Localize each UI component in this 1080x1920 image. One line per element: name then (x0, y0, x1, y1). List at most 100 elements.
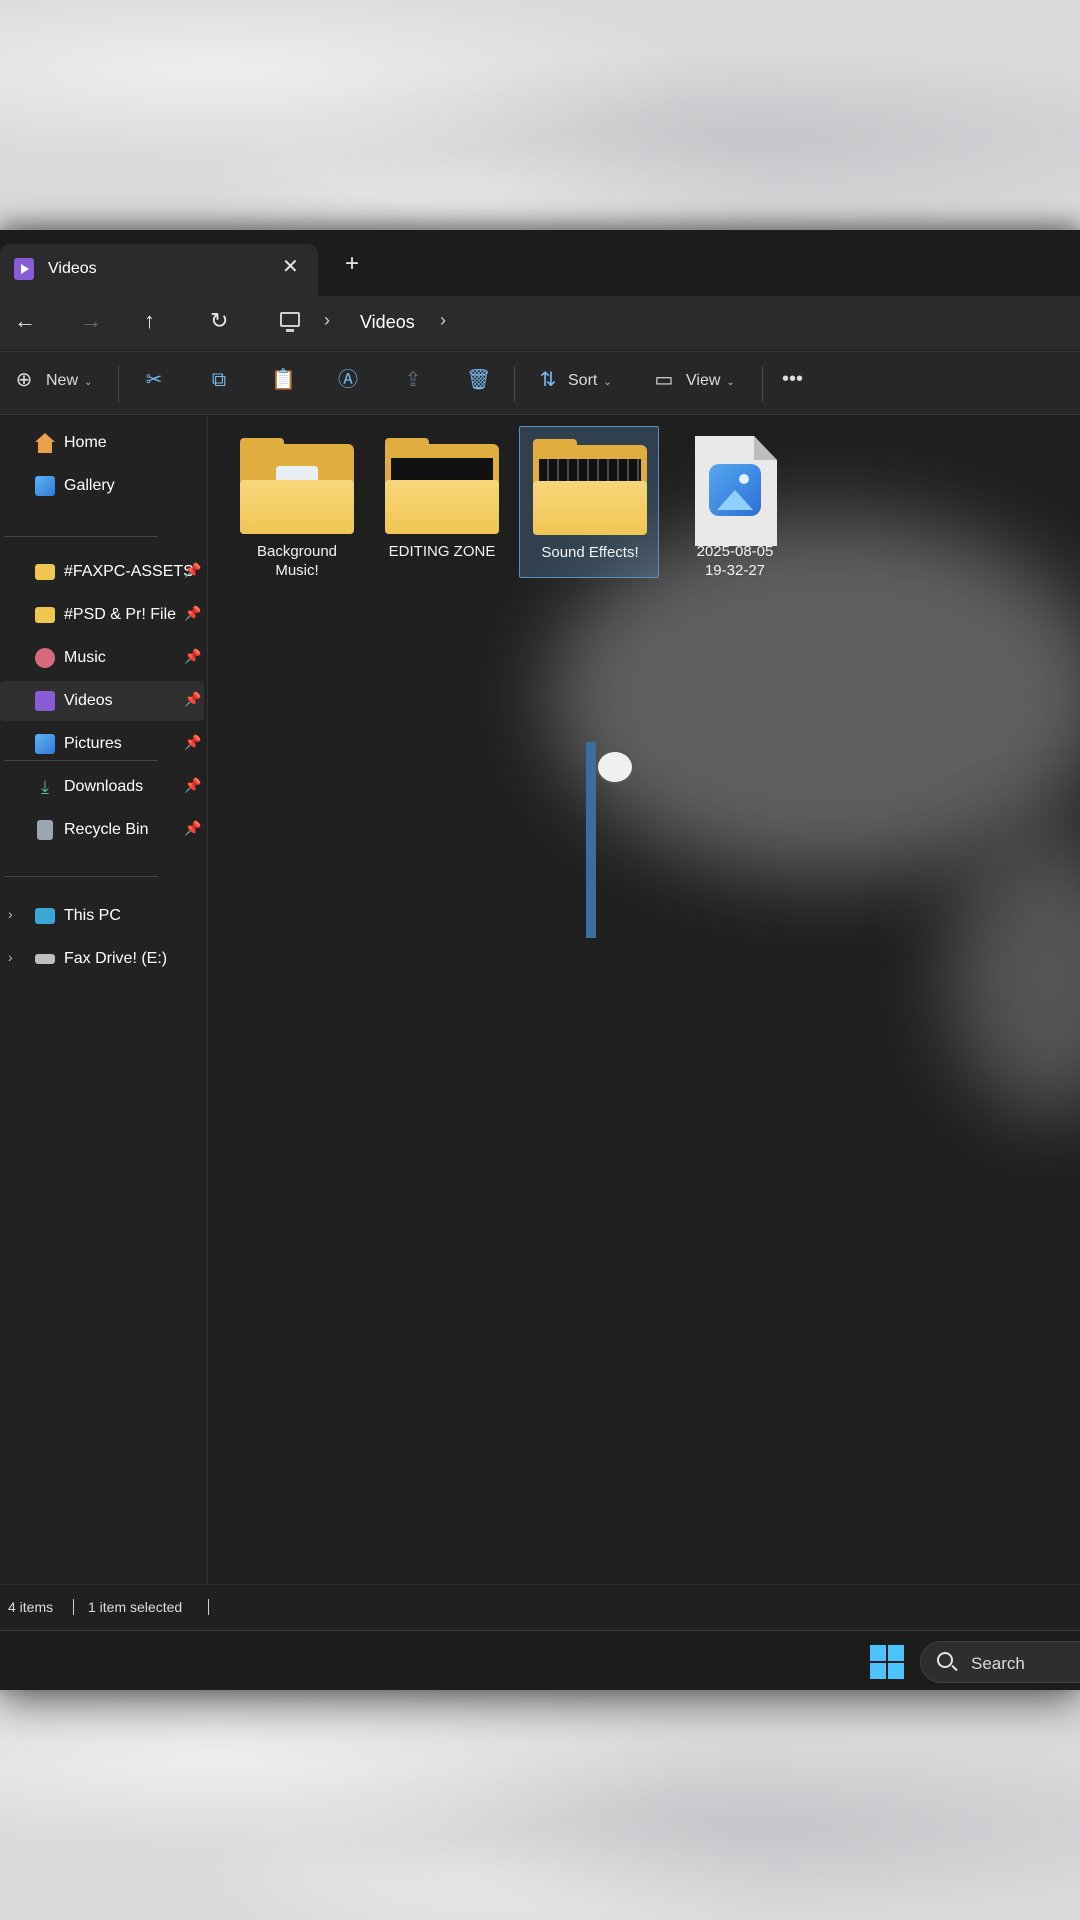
music-icon (35, 648, 55, 668)
chevron-right-icon[interactable]: › (8, 949, 13, 965)
pictures-icon (35, 734, 55, 754)
more-options-icon[interactable]: ••• (782, 368, 803, 391)
new-tab-icon[interactable]: + (345, 252, 359, 276)
sidebar-item-psd-pr-file[interactable]: #PSD & Pr! File 📌 (0, 595, 204, 635)
search-icon (937, 1652, 953, 1668)
toolbar-divider (514, 366, 515, 402)
view-label: View (686, 372, 721, 389)
chevron-right-icon[interactable]: › (8, 906, 13, 922)
file-name: EDITING ZONE (388, 543, 496, 560)
sidebar-item-label: Home (64, 434, 107, 451)
windows-start-icon[interactable] (870, 1645, 904, 1679)
file-view: Background Music! EDITING ZONE Sound Effe… (209, 416, 1080, 1584)
pin-icon[interactable]: 📌 (184, 605, 201, 622)
new-plus-icon: ⊕ (15, 369, 33, 391)
toolbar-divider (118, 366, 119, 402)
back-arrow-icon[interactable]: ← (14, 308, 36, 334)
sidebar-item-music[interactable]: Music 📌 (0, 638, 204, 678)
cursor-icon (596, 750, 634, 784)
sidebar-item-label: Videos (64, 692, 113, 709)
background-paper-bottom (0, 1688, 1080, 1920)
refresh-icon[interactable]: ↻ (210, 308, 228, 334)
chevron-right-icon[interactable]: › (324, 310, 330, 331)
this-pc-icon[interactable] (280, 312, 300, 332)
pin-icon[interactable]: 📌 (184, 777, 201, 794)
status-bar: 4 items 1 item selected (0, 1584, 1080, 1630)
this-pc-icon (35, 908, 55, 924)
new-label: New (46, 372, 79, 389)
sidebar-item-downloads[interactable]: ⤓ Downloads 📌 (0, 767, 204, 807)
sidebar-item-pictures[interactable]: Pictures 📌 (0, 724, 204, 764)
sidebar-item-label: #PSD & Pr! File (64, 606, 177, 623)
tab-bar: Videos ✕ + (0, 230, 1080, 296)
file-name: Background Music! (256, 543, 338, 579)
sidebar-item-videos[interactable]: Videos 📌 (0, 681, 204, 721)
image-file-item[interactable]: 2025-08-05 19-32-27 (665, 426, 805, 579)
taskbar-search[interactable]: Search (920, 1641, 1080, 1683)
sidebar-item-label: This PC (64, 907, 121, 924)
sidebar-divider (4, 536, 158, 537)
drive-icon (35, 954, 55, 964)
sidebar-item-label: #FAXPC-ASSETS (64, 563, 194, 580)
sort-button[interactable]: Sort ⌄ (568, 372, 612, 390)
selection-count: 1 item selected (88, 1599, 183, 1615)
up-arrow-icon[interactable]: ↑ (144, 308, 155, 334)
new-button[interactable]: New ⌄ (46, 372, 92, 390)
tab-title: Videos (48, 260, 97, 277)
pin-icon[interactable]: 📌 (184, 648, 201, 665)
command-bar: ⊕ New ⌄ ✂ ⧉ 📋 Ⓐ ⇪ 🗑 ⇅ Sort ⌄ ▭ View ⌄ ••• (0, 351, 1080, 415)
breadcrumb-videos[interactable]: Videos (360, 312, 415, 333)
sidebar-item-recycle-bin[interactable]: Recycle Bin 📌 (0, 810, 204, 850)
sidebar-item-label: Fax Drive! (E:) (64, 950, 168, 967)
file-explorer-window: Videos ✕ + ← → ↑ ↻ › Videos › ⊕ New ⌄ ✂ ⧉… (0, 230, 1080, 1690)
folder-item[interactable]: EDITING ZONE (372, 426, 512, 578)
pin-icon[interactable]: 📌 (184, 820, 201, 837)
taskbar: Search (0, 1630, 1080, 1690)
sidebar-item-home[interactable]: Home (0, 423, 204, 463)
sidebar-divider (4, 876, 158, 877)
toolbar-divider (762, 366, 763, 402)
close-tab-icon[interactable]: ✕ (282, 254, 299, 279)
paste-icon[interactable]: 📋 (271, 368, 296, 392)
copy-icon[interactable]: ⧉ (207, 368, 231, 392)
sidebar-item-label: Recycle Bin (64, 821, 149, 838)
forward-arrow-icon[interactable]: → (80, 308, 102, 334)
background-paper-top (0, 0, 1080, 232)
status-divider (208, 1599, 209, 1615)
tab-videos[interactable]: Videos ✕ (0, 244, 318, 296)
folder-icon (35, 607, 55, 623)
folder-item[interactable]: Background Music! (227, 426, 367, 579)
chevron-right-icon[interactable]: › (440, 310, 446, 331)
sidebar-item-label: Gallery (64, 477, 115, 494)
view-button[interactable]: View ⌄ (686, 372, 735, 390)
folder-item-selected[interactable]: Sound Effects! (519, 426, 659, 578)
delete-icon[interactable]: 🗑 (466, 368, 491, 392)
pin-icon[interactable]: 📌 (184, 734, 201, 751)
sidebar-item-faxpc-assets[interactable]: #FAXPC-ASSETS 📌 (0, 552, 204, 592)
recycle-bin-icon (37, 820, 53, 840)
home-icon (35, 433, 55, 453)
sidebar-item-label: Music (64, 649, 106, 666)
address-bar: ← → ↑ ↻ › Videos › (0, 296, 1080, 350)
cut-icon[interactable]: ✂ (142, 368, 166, 392)
sidebar-item-this-pc[interactable]: › This PC (0, 896, 204, 936)
share-icon[interactable]: ⇪ (401, 368, 425, 392)
file-name: 2025-08-05 19-32-27 (696, 543, 774, 579)
folder-icon (240, 438, 354, 534)
folder-icon (385, 438, 499, 534)
rename-icon[interactable]: Ⓐ (336, 368, 360, 392)
pin-icon[interactable]: 📌 (184, 691, 201, 708)
drag-indicator (586, 742, 596, 938)
pin-icon[interactable]: 📌 (184, 562, 201, 579)
chevron-down-icon: ⌄ (603, 377, 612, 388)
wallpaper-blur (949, 836, 1080, 1116)
sidebar-item-label: Pictures (64, 735, 122, 752)
chevron-down-icon: ⌄ (726, 377, 735, 388)
videos-icon (35, 691, 55, 711)
chevron-down-icon: ⌄ (84, 377, 93, 388)
folder-icon (35, 564, 55, 580)
sidebar-item-gallery[interactable]: Gallery (0, 466, 204, 506)
item-count: 4 items (8, 1599, 54, 1615)
sidebar-item-fax-drive[interactable]: › Fax Drive! (E:) (0, 939, 204, 979)
videos-icon (14, 258, 34, 280)
